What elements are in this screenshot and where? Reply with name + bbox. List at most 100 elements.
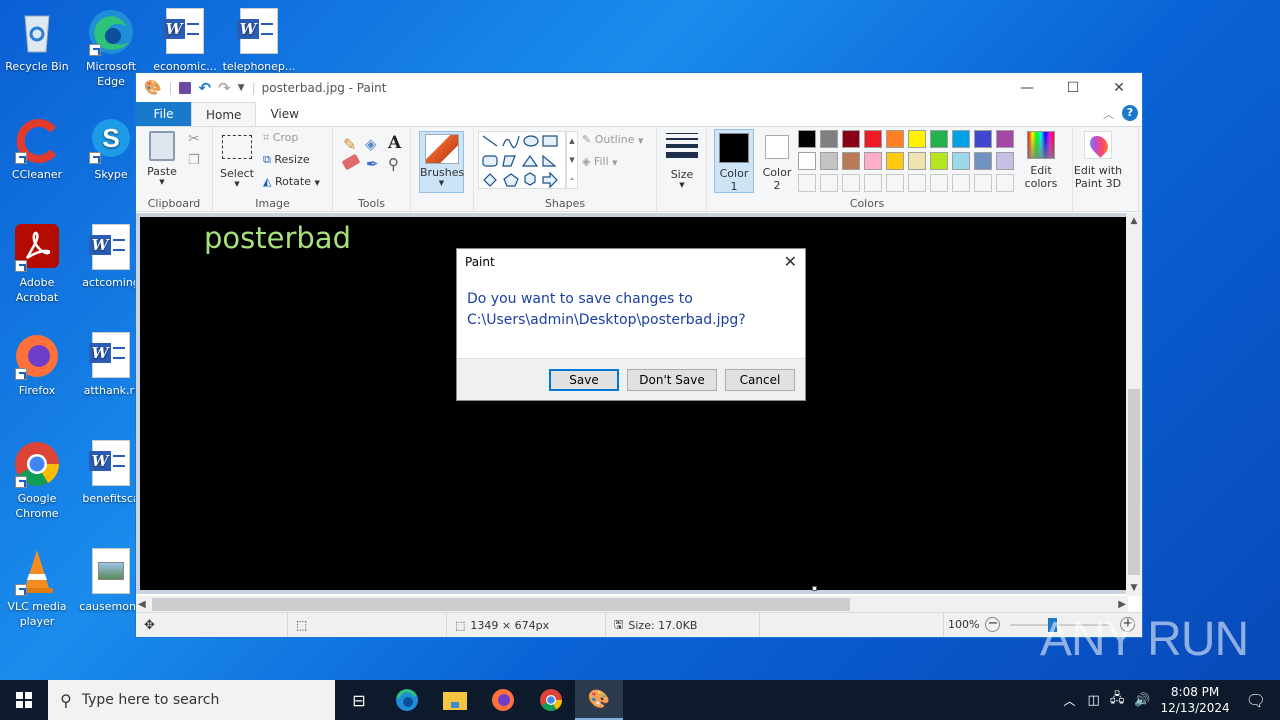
edit-paint3d-button[interactable]: Edit with Paint 3D xyxy=(1073,131,1123,190)
color-swatch[interactable] xyxy=(798,152,816,170)
scroll-left-icon[interactable]: ◀ xyxy=(138,596,146,613)
horizontal-scrollbar[interactable]: ◀ ▶ xyxy=(136,596,1128,613)
brushes-button[interactable]: Brushes ▼ xyxy=(419,131,464,193)
network-icon[interactable]: 🖧 xyxy=(1110,689,1125,711)
cut-icon[interactable]: ✂ xyxy=(188,131,200,147)
taskbar-paint[interactable]: 🎨 xyxy=(575,680,623,720)
tab-home[interactable]: Home xyxy=(191,102,257,126)
color-swatch[interactable] xyxy=(798,130,816,148)
empty-color-swatch[interactable] xyxy=(798,174,816,192)
desktop-icon-ccleaner[interactable]: CCleaner xyxy=(0,116,74,182)
fill-button[interactable]: ◈ Fill ▼ xyxy=(582,155,618,168)
taskbar-file-explorer[interactable] xyxy=(431,680,479,720)
magnifier-icon[interactable]: ⚲ xyxy=(388,155,399,173)
scroll-down-icon[interactable]: ▼ xyxy=(1126,580,1142,596)
collapse-ribbon-icon[interactable]: ︿ xyxy=(1103,106,1114,122)
clock[interactable]: 8:08 PM 12/13/2024 xyxy=(1161,684,1230,716)
empty-color-swatch[interactable] xyxy=(952,174,970,192)
minimize-button[interactable]: — xyxy=(1004,73,1050,102)
text-icon[interactable]: A xyxy=(388,133,401,153)
color-swatch[interactable] xyxy=(996,130,1014,148)
empty-color-swatch[interactable] xyxy=(974,174,992,192)
color-picker-icon[interactable]: ✒ xyxy=(366,155,379,173)
cancel-button[interactable]: Cancel xyxy=(725,369,795,391)
redo-icon[interactable]: ↷ xyxy=(218,79,231,97)
vertical-scroll-thumb[interactable] xyxy=(1128,389,1140,575)
paste-button[interactable]: Paste ▼ xyxy=(144,131,180,186)
desktop-icon-vlc[interactable]: VLC media player xyxy=(0,548,74,629)
undo-icon[interactable]: ↶ xyxy=(198,79,211,97)
color-swatch[interactable] xyxy=(952,130,970,148)
desktop-icon-firefox[interactable]: Firefox xyxy=(0,332,74,398)
resize-button[interactable]: ⧉ Resize xyxy=(263,153,310,167)
color-swatch[interactable] xyxy=(820,152,838,170)
color-swatch[interactable] xyxy=(930,130,948,148)
notifications-icon[interactable]: 🗨 xyxy=(1246,691,1266,710)
empty-color-swatch[interactable] xyxy=(996,174,1014,192)
save-button[interactable]: Save xyxy=(549,369,619,391)
copy-icon[interactable]: ❐ xyxy=(188,153,200,168)
task-view-button[interactable]: ⊟ xyxy=(335,680,383,720)
color-swatch[interactable] xyxy=(974,152,992,170)
eraser-icon[interactable] xyxy=(341,153,361,171)
desktop-icon-recycle-bin[interactable]: Recycle Bin xyxy=(0,8,74,74)
scroll-right-icon[interactable]: ▶ xyxy=(1118,596,1126,613)
color-swatch[interactable] xyxy=(996,152,1014,170)
dialog-close-button[interactable]: ✕ xyxy=(784,252,797,271)
tab-file[interactable]: File xyxy=(136,102,191,126)
color-swatch[interactable] xyxy=(908,130,926,148)
color1-button[interactable]: Color 1 xyxy=(714,129,754,193)
color-swatch[interactable] xyxy=(930,152,948,170)
color-swatch[interactable] xyxy=(886,152,904,170)
color-swatch[interactable] xyxy=(842,152,860,170)
show-hidden-icons[interactable]: ︿ xyxy=(1064,692,1076,709)
empty-color-swatch[interactable] xyxy=(908,174,926,192)
color-swatch[interactable] xyxy=(820,130,838,148)
desktop-icon-acrobat[interactable]: Adobe Acrobat xyxy=(0,224,74,305)
close-button[interactable]: ✕ xyxy=(1096,73,1142,102)
color-swatch[interactable] xyxy=(864,152,882,170)
meet-now-icon[interactable]: ◫ xyxy=(1088,693,1100,708)
desktop-icon-chrome[interactable]: Google Chrome xyxy=(0,440,74,521)
size-button[interactable]: Size ▼ xyxy=(664,131,700,189)
paint-app-icon[interactable]: 🎨 xyxy=(144,80,161,96)
color-swatch[interactable] xyxy=(886,130,904,148)
taskbar-search[interactable]: ⚲ Type here to search xyxy=(48,680,335,720)
color-swatch[interactable] xyxy=(864,130,882,148)
empty-color-swatch[interactable] xyxy=(886,174,904,192)
fill-bucket-icon[interactable]: ◈ xyxy=(365,135,377,153)
empty-color-swatch[interactable] xyxy=(930,174,948,192)
edit-colors-button[interactable]: Edit colors xyxy=(1019,131,1063,190)
crop-button[interactable]: ⌗ Crop xyxy=(263,131,298,145)
help-icon[interactable]: ? xyxy=(1122,105,1138,121)
color2-button[interactable]: Color 2 xyxy=(757,129,797,193)
pencil-icon[interactable]: ✎ xyxy=(343,135,356,154)
tab-view[interactable]: View xyxy=(256,102,312,126)
rotate-button[interactable]: ◭ Rotate ▼ xyxy=(263,175,320,188)
color-swatch[interactable] xyxy=(974,130,992,148)
outline-button[interactable]: ✎ Outline ▼ xyxy=(582,133,643,146)
vertical-scrollbar[interactable]: ▲ ▼ xyxy=(1126,213,1142,596)
empty-color-swatch[interactable] xyxy=(820,174,838,192)
zoom-out-button[interactable]: − xyxy=(985,617,1001,632)
select-button[interactable]: Select ▼ xyxy=(219,135,255,188)
desktop-icon-telephonep[interactable]: W telephonep... xyxy=(222,8,296,74)
dont-save-button[interactable]: Don't Save xyxy=(627,369,717,391)
desktop-icon-economic[interactable]: W economic... xyxy=(148,8,222,74)
start-button[interactable] xyxy=(0,680,48,720)
color-swatch[interactable] xyxy=(952,152,970,170)
shapes-gallery[interactable] xyxy=(478,131,566,189)
shapes-scroll[interactable]: ▲ ▼ ⩡ xyxy=(566,131,578,189)
save-icon[interactable] xyxy=(179,81,192,94)
taskbar-firefox[interactable] xyxy=(479,680,527,720)
volume-icon[interactable]: 🔊 xyxy=(1134,693,1150,708)
horizontal-scroll-thumb[interactable] xyxy=(152,598,850,611)
empty-color-swatch[interactable] xyxy=(864,174,882,192)
taskbar-edge[interactable] xyxy=(383,680,431,720)
canvas-resize-handle[interactable] xyxy=(812,586,817,591)
empty-color-swatch[interactable] xyxy=(842,174,860,192)
scroll-up-icon[interactable]: ▲ xyxy=(1126,213,1142,229)
color-swatch[interactable] xyxy=(842,130,860,148)
taskbar-chrome[interactable] xyxy=(527,680,575,720)
maximize-button[interactable]: ☐ xyxy=(1050,73,1096,102)
